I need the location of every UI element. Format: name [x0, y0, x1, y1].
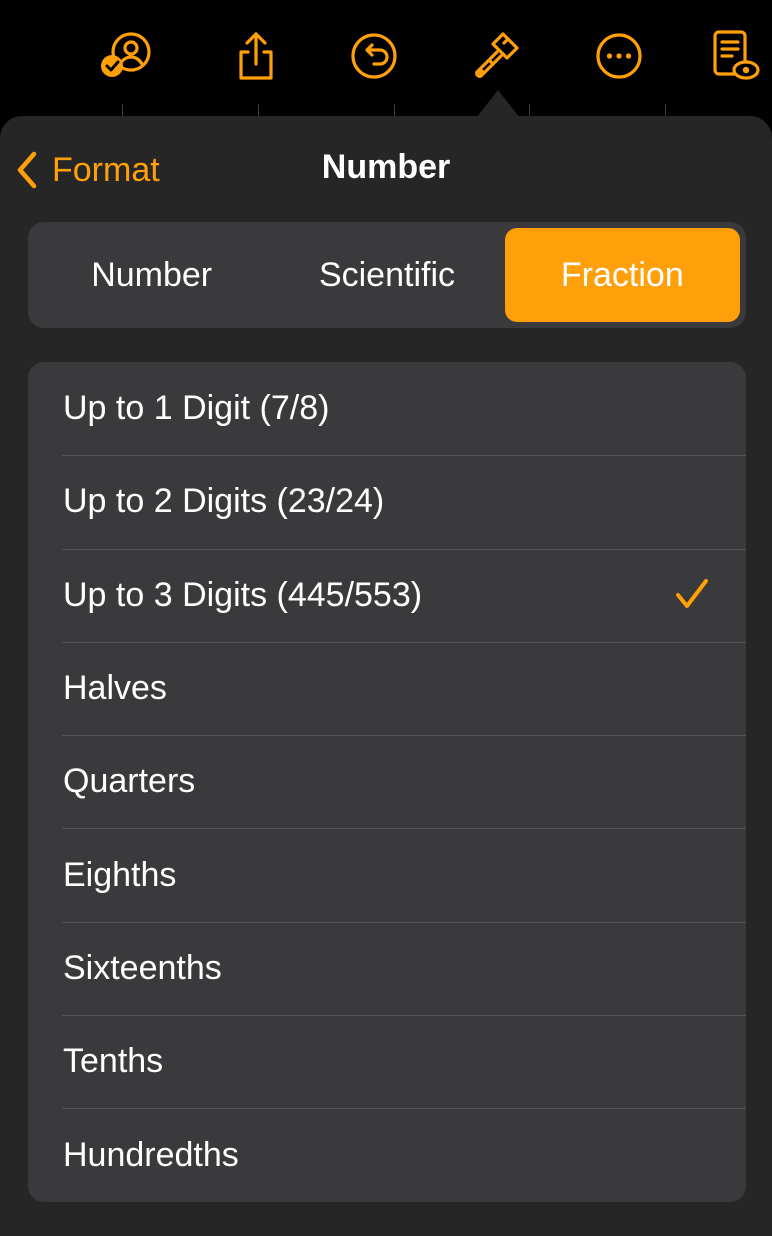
segment-number[interactable]: Number	[34, 228, 269, 322]
option-sixteenths[interactable]: Sixteenths	[28, 921, 746, 1015]
format-brush-icon[interactable]	[467, 26, 527, 86]
number-type-segmented-control: Number Scientific Fraction	[28, 222, 746, 328]
checkmark-icon	[676, 579, 708, 609]
option-up-to-1-digit[interactable]: Up to 1 Digit (7/8)	[28, 362, 746, 455]
option-label: Halves	[63, 669, 167, 708]
fraction-options-list: Up to 1 Digit (7/8) Up to 2 Digits (23/2…	[28, 362, 746, 1202]
popover-arrow	[476, 90, 520, 118]
option-label: Sixteenths	[63, 948, 222, 987]
option-label: Quarters	[63, 762, 196, 801]
more-icon[interactable]	[589, 26, 649, 86]
option-tenths[interactable]: Tenths	[28, 1015, 746, 1108]
undo-icon[interactable]	[344, 26, 404, 86]
option-label: Up to 3 Digits (445/553)	[63, 575, 423, 614]
option-up-to-2-digits[interactable]: Up to 2 Digits (23/24)	[28, 455, 746, 548]
option-label: Up to 2 Digits (23/24)	[63, 482, 385, 521]
option-label: Hundredths	[63, 1135, 239, 1174]
option-eighths[interactable]: Eighths	[28, 828, 746, 921]
segment-scientific[interactable]: Scientific	[269, 228, 504, 322]
option-label: Up to 1 Digit (7/8)	[63, 389, 330, 428]
option-quarters[interactable]: Quarters	[28, 735, 746, 828]
option-up-to-3-digits[interactable]: Up to 3 Digits (445/553)	[28, 548, 746, 642]
toolbar	[0, 0, 772, 108]
share-icon[interactable]	[226, 26, 286, 86]
option-hundredths[interactable]: Hundredths	[28, 1108, 746, 1201]
segment-fraction[interactable]: Fraction	[504, 228, 740, 322]
option-halves[interactable]: Halves	[28, 641, 746, 735]
option-label: Eighths	[63, 855, 177, 894]
option-label: Tenths	[63, 1042, 164, 1081]
collaborate-icon[interactable]	[96, 26, 156, 86]
reading-view-icon[interactable]	[704, 26, 764, 86]
popover-title: Number	[321, 148, 451, 186]
